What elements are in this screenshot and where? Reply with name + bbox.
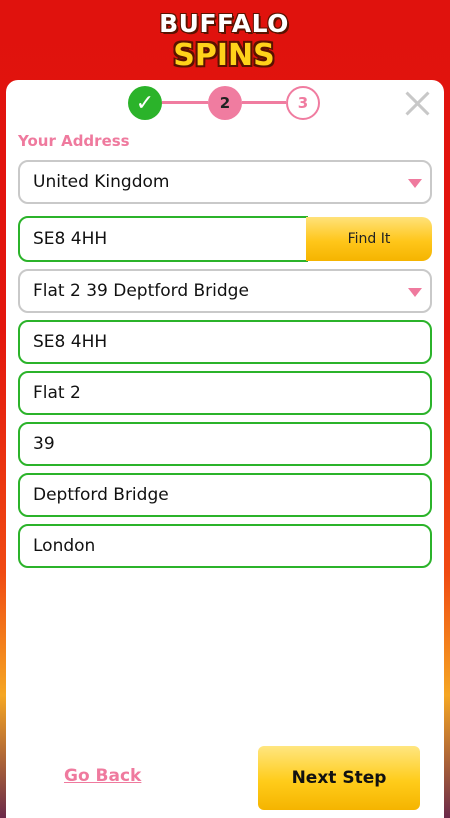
street-field[interactable]: Deptford Bridge bbox=[18, 473, 432, 517]
brand-line1: BUFFALO bbox=[159, 9, 289, 38]
registration-card: ✓ 2 3 Your Address United Kingdom SE8 4H… bbox=[6, 80, 444, 818]
go-back-link[interactable]: Go Back bbox=[64, 766, 141, 786]
find-it-button[interactable]: Find It bbox=[306, 217, 432, 261]
address-select-value: Flat 2 39 Deptford Bridge bbox=[33, 281, 249, 301]
step-1-complete: ✓ bbox=[128, 86, 162, 120]
next-step-button[interactable]: Next Step bbox=[258, 746, 420, 810]
chevron-down-icon bbox=[408, 179, 422, 188]
step-connector bbox=[162, 101, 208, 104]
country-select[interactable]: United Kingdom bbox=[18, 160, 432, 204]
step-2-current: 2 bbox=[208, 86, 242, 120]
section-title: Your Address bbox=[18, 132, 130, 150]
flat-field[interactable]: Flat 2 bbox=[18, 371, 432, 415]
close-icon[interactable] bbox=[404, 90, 430, 116]
postcode-lookup: SE8 4HH Find It bbox=[18, 216, 432, 262]
city-field[interactable]: London bbox=[18, 524, 432, 568]
postcode-field[interactable]: SE8 4HH bbox=[18, 320, 432, 364]
checkmark-icon: ✓ bbox=[135, 90, 155, 116]
postcode-search-input[interactable]: SE8 4HH bbox=[18, 216, 308, 262]
header: BUFFALO SPINS bbox=[0, 0, 450, 80]
house-number-field[interactable]: 39 bbox=[18, 422, 432, 466]
address-select[interactable]: Flat 2 39 Deptford Bridge bbox=[18, 269, 432, 313]
step-connector bbox=[242, 101, 286, 104]
brand-logo: BUFFALO SPINS bbox=[148, 4, 300, 76]
chevron-down-icon bbox=[408, 288, 422, 297]
step-3-pending: 3 bbox=[286, 86, 320, 120]
step-progress: ✓ 2 3 bbox=[6, 86, 444, 122]
brand-line2: SPINS bbox=[173, 38, 275, 73]
country-value: United Kingdom bbox=[33, 172, 170, 192]
